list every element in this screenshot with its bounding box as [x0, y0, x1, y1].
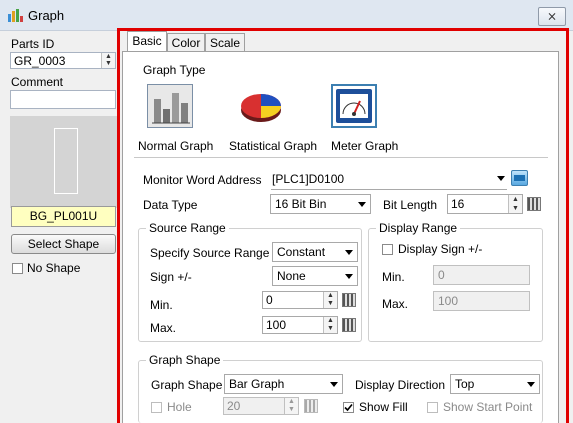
bit-length-label: Bit Length	[383, 198, 438, 212]
source-max-field[interactable]: 100 ▲ ▼	[262, 316, 338, 334]
monitor-address-label: Monitor Word Address	[143, 173, 262, 187]
parts-id-spinner[interactable]: ▲ ▼	[101, 53, 115, 68]
chevron-down-icon	[358, 202, 366, 207]
close-icon: ⨯	[546, 9, 558, 23]
keypad-icon	[514, 175, 525, 181]
window-title: Graph	[28, 8, 65, 23]
source-max-keypad-icon[interactable]	[342, 318, 356, 332]
parts-id-field[interactable]: GR_0003 ▲ ▼	[10, 52, 116, 69]
display-direction-label: Display Direction	[355, 378, 446, 392]
sign-value: None	[277, 269, 306, 283]
close-button[interactable]: ⨯	[538, 7, 566, 26]
chevron-down-icon	[527, 382, 535, 387]
select-shape-button[interactable]: Select Shape	[11, 234, 116, 254]
graph-app-icon	[8, 9, 23, 22]
source-max-spinner[interactable]: ▲ ▼	[323, 317, 337, 333]
hole-field[interactable]: 20 ▲ ▼	[223, 397, 299, 415]
comment-field[interactable]	[10, 90, 116, 109]
chevron-down-icon[interactable]	[497, 176, 505, 181]
specify-source-select[interactable]: Constant	[272, 242, 358, 262]
display-min-label: Min.	[382, 270, 405, 284]
source-min-label: Min.	[150, 298, 173, 312]
chevron-down-icon	[330, 382, 338, 387]
show-start-point-label: Show Start Point	[443, 400, 533, 414]
source-min-spinner[interactable]: ▲ ▼	[323, 292, 337, 308]
hole-checkbox[interactable]	[151, 402, 162, 413]
display-max-label: Max.	[382, 297, 409, 311]
no-shape-label: No Shape	[27, 261, 81, 275]
no-shape-checkbox[interactable]	[12, 263, 23, 274]
bit-length-value: 16	[451, 197, 465, 211]
parts-id-label: Parts ID	[11, 37, 55, 51]
show-fill-checkbox[interactable]	[343, 402, 354, 413]
bit-length-keypad-icon[interactable]	[527, 197, 541, 211]
chevron-down-icon	[345, 250, 353, 255]
shape-preview-outline	[54, 128, 78, 194]
source-min-keypad-icon[interactable]	[342, 293, 356, 307]
display-min-field[interactable]: 0	[433, 265, 530, 285]
display-range-title: Display Range	[376, 221, 461, 235]
show-start-point-checkbox[interactable]	[427, 402, 438, 413]
meter-graph-option[interactable]	[331, 84, 377, 128]
data-type-select[interactable]: 16 Bit Bin	[270, 194, 371, 214]
hole-spinner[interactable]: ▲ ▼	[284, 398, 298, 414]
statistical-graph-option[interactable]	[238, 84, 284, 128]
section-divider	[134, 157, 548, 158]
meter-icon	[336, 89, 372, 123]
normal-graph-option[interactable]	[147, 84, 193, 128]
source-max-value: 100	[266, 318, 287, 332]
display-sign-label: Display Sign +/-	[398, 242, 483, 256]
bar-chart-icon	[148, 85, 192, 127]
pie-chart-icon	[241, 94, 281, 122]
display-max-field[interactable]: 100	[433, 291, 530, 311]
sign-label: Sign +/-	[150, 270, 192, 284]
sign-select[interactable]: None	[272, 266, 358, 286]
display-direction-value: Top	[455, 377, 475, 391]
source-max-label: Max.	[150, 321, 177, 335]
background-shape-label: BG_PL001U	[11, 206, 116, 227]
graph-shape-value: Bar Graph	[229, 377, 285, 391]
display-sign-checkbox[interactable]	[382, 244, 393, 255]
address-input-button[interactable]	[511, 170, 528, 186]
data-type-label: Data Type	[143, 198, 198, 212]
data-type-value: 16 Bit Bin	[275, 197, 327, 211]
bit-length-field[interactable]: 16 ▲ ▼	[447, 194, 523, 214]
bit-length-spinner[interactable]: ▲ ▼	[508, 195, 522, 213]
graph-shape-label: Graph Shape	[151, 378, 223, 392]
hole-label: Hole	[167, 400, 192, 414]
hole-value: 20	[227, 399, 241, 413]
meter-graph-label: Meter Graph	[331, 139, 399, 153]
shape-preview	[10, 116, 117, 208]
specify-source-value: Constant	[277, 245, 326, 259]
title-bar: Graph ⨯	[0, 0, 573, 31]
specify-source-label: Specify Source Range	[150, 246, 270, 260]
display-direction-select[interactable]: Top	[450, 374, 540, 394]
graph-shape-title: Graph Shape	[146, 353, 224, 367]
show-fill-label: Show Fill	[359, 400, 408, 414]
tab-basic[interactable]: Basic	[127, 31, 167, 52]
chevron-down-icon	[345, 274, 353, 279]
source-min-value: 0	[266, 293, 273, 307]
monitor-address-value: [PLC1]D0100	[272, 172, 345, 186]
graph-type-label: Graph Type	[143, 63, 206, 77]
source-min-field[interactable]: 0 ▲ ▼	[262, 291, 338, 309]
hole-keypad-icon[interactable]	[304, 399, 318, 413]
graph-shape-select[interactable]: Bar Graph	[224, 374, 343, 394]
parts-id-value: GR_0003	[14, 54, 66, 68]
source-range-title: Source Range	[146, 221, 229, 235]
statistical-graph-label: Statistical Graph	[229, 139, 318, 153]
checkmark-icon	[344, 403, 353, 412]
tab-scale[interactable]: Scale	[205, 33, 245, 52]
comment-label: Comment	[11, 75, 64, 89]
normal-graph-label: Normal Graph	[138, 139, 214, 153]
monitor-address-field[interactable]: [PLC1]D0100	[271, 169, 507, 190]
tab-color[interactable]: Color	[167, 33, 205, 52]
